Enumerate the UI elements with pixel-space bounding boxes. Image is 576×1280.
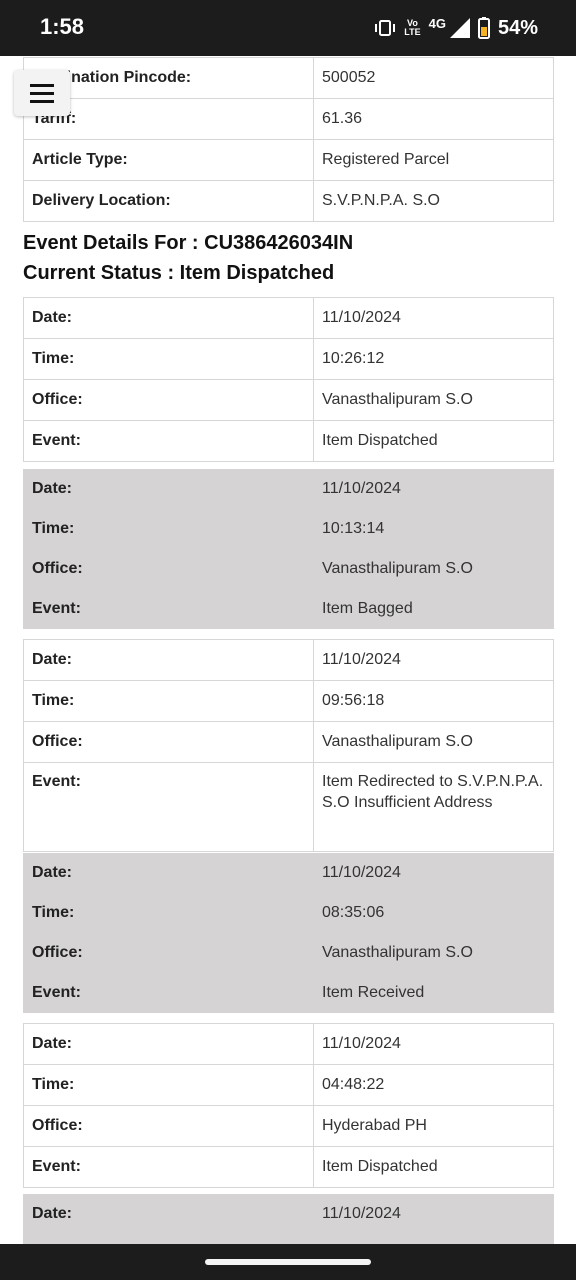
date-value: 11/10/2024 [313, 1023, 554, 1065]
battery-icon [477, 17, 490, 39]
office-label: Office: [23, 721, 314, 763]
navigation-bar [0, 1244, 576, 1280]
time-value: 09:56:18 [313, 680, 554, 722]
date-label: Date: [23, 1194, 314, 1234]
event-value: Item Dispatched [313, 420, 554, 462]
date-value: 11/10/2024 [313, 469, 554, 509]
date-value: 11/10/2024 [313, 853, 554, 893]
home-gesture-handle[interactable] [205, 1259, 371, 1265]
row-label: Article Type: [23, 139, 314, 181]
event-card: Date: 11/10/2024 Time: 09:56:18 Office: Van… [23, 639, 554, 852]
time-label: Time: [23, 1064, 314, 1106]
table-row: Date: 11/10/2024 [23, 1023, 554, 1065]
article-info-table: Destination Pincode: 500052 Tariff: 61.3… [23, 57, 554, 222]
date-label: Date: [23, 639, 314, 681]
table-row: Date: 11/10/2024 [23, 853, 554, 893]
event-value: Item Dispatched [313, 1146, 554, 1188]
table-row: Event: Item Bagged [23, 589, 554, 629]
time-value: 08:35:06 [313, 893, 554, 933]
table-row: Date: 11/10/2024 [23, 297, 554, 339]
row-value: 500052 [313, 57, 554, 99]
table-row: Event: Item Dispatched [23, 420, 554, 462]
hamburger-menu-icon[interactable] [14, 70, 70, 116]
table-row: Event: Item Dispatched [23, 1146, 554, 1188]
table-row: Office: Vanasthalipuram S.O [23, 379, 554, 421]
event-details-heading: Event Details For : CU386426034IN [23, 232, 354, 254]
time-label: Time: [23, 509, 314, 549]
table-row: Article Type: Registered Parcel [23, 139, 554, 181]
office-label: Office: [23, 379, 314, 421]
status-time: 1:58 [40, 14, 85, 39]
row-value: 61.36 [313, 98, 554, 140]
battery-percent: 54% [497, 16, 538, 39]
event-value: Item Received [313, 973, 554, 1013]
date-value: 11/10/2024 [313, 639, 554, 681]
status-icons: Vo LTE 4G 54% [374, 14, 538, 42]
row-value: S.V.P.N.P.A. S.O [313, 180, 554, 222]
table-row: Destination Pincode: 500052 [23, 57, 554, 99]
event-value: Item Redirected to S.V.P.N.P.A. S.O Insu… [313, 762, 554, 852]
table-row: Delivery Location: S.V.P.N.P.A. S.O [23, 180, 554, 222]
event-card: Date: 11/10/2024 Time: 10:13:14 Office: Van… [23, 469, 554, 629]
table-row: Time: 09:56:18 [23, 680, 554, 722]
time-value: 10:26:12 [313, 338, 554, 380]
table-row: Office: Vanasthalipuram S.O [23, 933, 554, 973]
date-value: 11/10/2024 [313, 297, 554, 339]
event-label: Event: [23, 589, 314, 629]
event-card: Date: 11/10/2024 Time: 08:35:06 Office: Van… [23, 853, 554, 1013]
time-value: 04:48:22 [313, 1064, 554, 1106]
office-value: Vanasthalipuram S.O [313, 379, 554, 421]
table-row: Time: 10:13:14 [23, 509, 554, 549]
time-label: Time: [23, 893, 314, 933]
event-label: Event: [23, 973, 314, 1013]
table-row [23, 1234, 554, 1244]
table-row: Tariff: 61.36 [23, 98, 554, 140]
row-value: Registered Parcel [313, 139, 554, 181]
vibrate-icon [374, 19, 396, 37]
time-label: Time: [23, 680, 314, 722]
table-row: Event: Item Received [23, 973, 554, 1013]
date-label: Date: [23, 469, 314, 509]
office-value: Hyderabad PH [313, 1105, 554, 1147]
office-label: Office: [23, 933, 314, 973]
table-row: Office: Vanasthalipuram S.O [23, 721, 554, 763]
event-label: Event: [23, 762, 314, 852]
time-value: 10:13:14 [313, 509, 554, 549]
volte-indicator: Vo LTE [404, 18, 421, 37]
date-label: Date: [23, 853, 314, 893]
table-row: Time: 04:48:22 [23, 1064, 554, 1106]
time-value [313, 1234, 554, 1244]
network-type: 4G [428, 15, 446, 31]
page-content[interactable]: Destination Pincode: 500052 Tariff: 61.3… [0, 56, 576, 1244]
event-value: Item Bagged [313, 589, 554, 629]
event-card: Date: 11/10/2024 Time: 10:26:12 Office: Van… [23, 297, 554, 462]
office-value: Vanasthalipuram S.O [313, 933, 554, 973]
event-card: Date: 11/10/2024 [23, 1194, 554, 1244]
office-value: Vanasthalipuram S.O [313, 721, 554, 763]
date-value: 11/10/2024 [313, 1194, 554, 1234]
office-label: Office: [23, 549, 314, 589]
table-row: Time: 10:26:12 [23, 338, 554, 380]
office-label: Office: [23, 1105, 314, 1147]
office-value: Vanasthalipuram S.O [313, 549, 554, 589]
row-label: Delivery Location: [23, 180, 314, 222]
table-row: Date: 11/10/2024 [23, 639, 554, 681]
table-row: Office: Hyderabad PH [23, 1105, 554, 1147]
signal-icon [449, 18, 470, 38]
date-label: Date: [23, 1023, 314, 1065]
table-row: Office: Vanasthalipuram S.O [23, 549, 554, 589]
event-label: Event: [23, 1146, 314, 1188]
date-label: Date: [23, 297, 314, 339]
table-row: Event: Item Redirected to S.V.P.N.P.A. S.… [23, 762, 554, 852]
table-row: Date: 11/10/2024 [23, 1194, 554, 1234]
table-row: Date: 11/10/2024 [23, 469, 554, 509]
time-label: Time: [23, 338, 314, 380]
time-label [23, 1234, 314, 1244]
event-label: Event: [23, 420, 314, 462]
table-row: Time: 08:35:06 [23, 893, 554, 933]
event-card: Date: 11/10/2024 Time: 04:48:22 Office: Hyd… [23, 1023, 554, 1188]
current-status-heading: Current Status : Item Dispatched [23, 262, 335, 284]
status-bar: 1:58 Vo LTE 4G 54% [0, 0, 576, 56]
